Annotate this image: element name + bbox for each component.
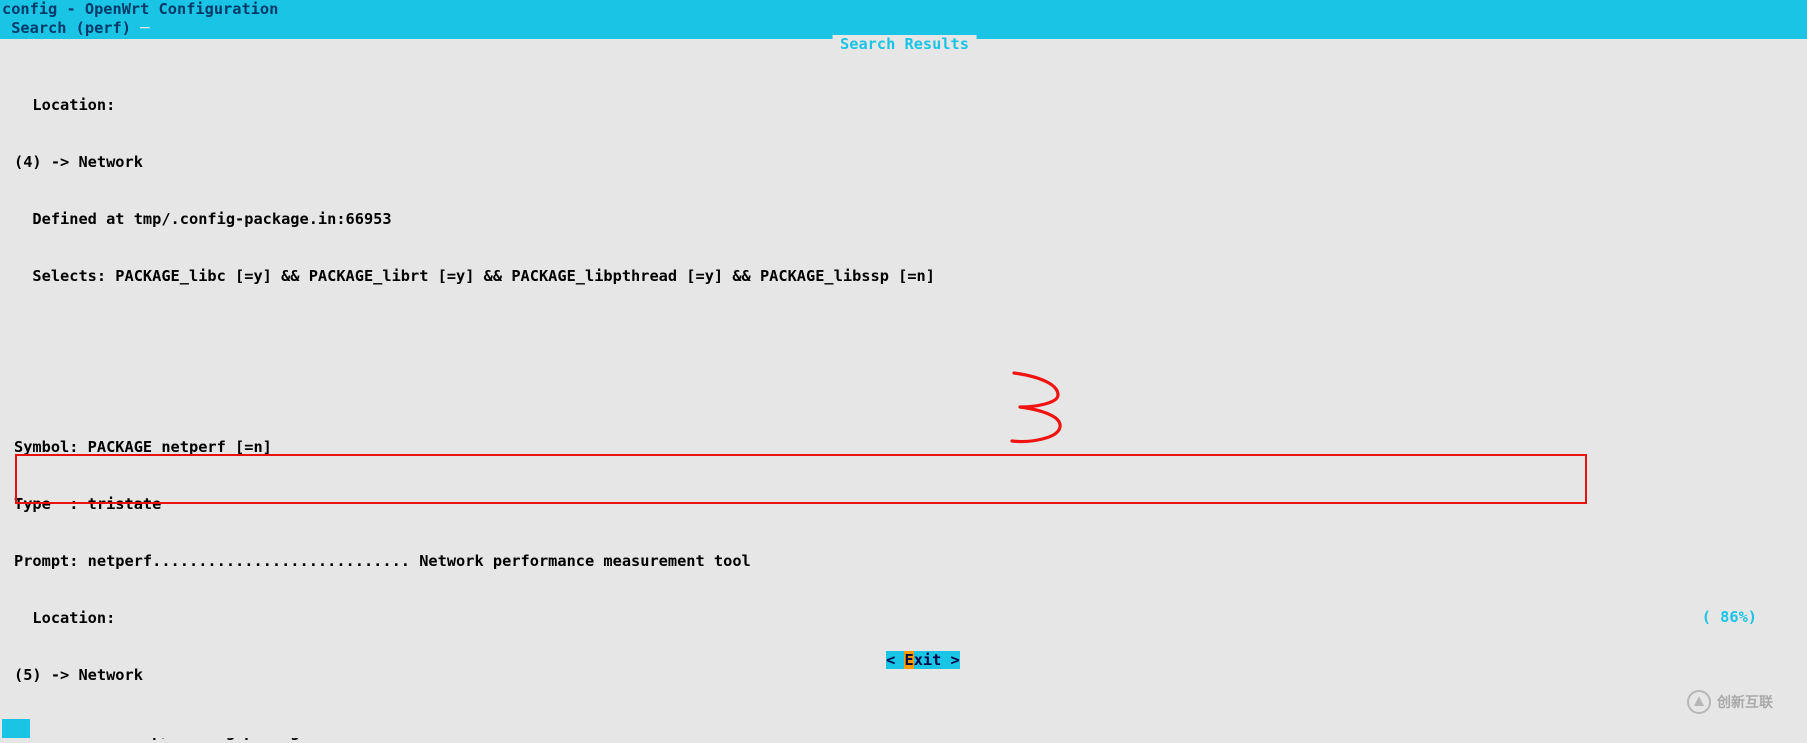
result-line: Location: (14, 96, 1795, 115)
result-line: Defined at tmp/.config-package.in:66953 (14, 210, 1795, 229)
result-line[interactable]: (4) -> Network (14, 153, 1795, 172)
cursor-block (2, 719, 30, 738)
result-line: Location: (14, 609, 1795, 628)
result-line: Selects: PACKAGE_libc [=y] && PACKAGE_li… (14, 267, 1795, 286)
dialog-title: Search Results (832, 35, 977, 54)
search-results-dialog: Search Results Location: (4) -> Network … (14, 39, 1795, 615)
result-line: Prompt: netperf.........................… (14, 552, 1795, 571)
result-line: Type : tristate (14, 495, 1795, 514)
result-line (14, 324, 1795, 343)
scroll-percent: ( 86%) (1702, 608, 1757, 627)
statusbar (0, 719, 1807, 738)
result-line (14, 381, 1795, 400)
window-title: config - OpenWrt Configuration (0, 0, 1807, 19)
result-line: Symbol: PACKAGE_netperf [=n] (14, 438, 1795, 457)
exit-button[interactable]: < Exit > (886, 651, 960, 670)
